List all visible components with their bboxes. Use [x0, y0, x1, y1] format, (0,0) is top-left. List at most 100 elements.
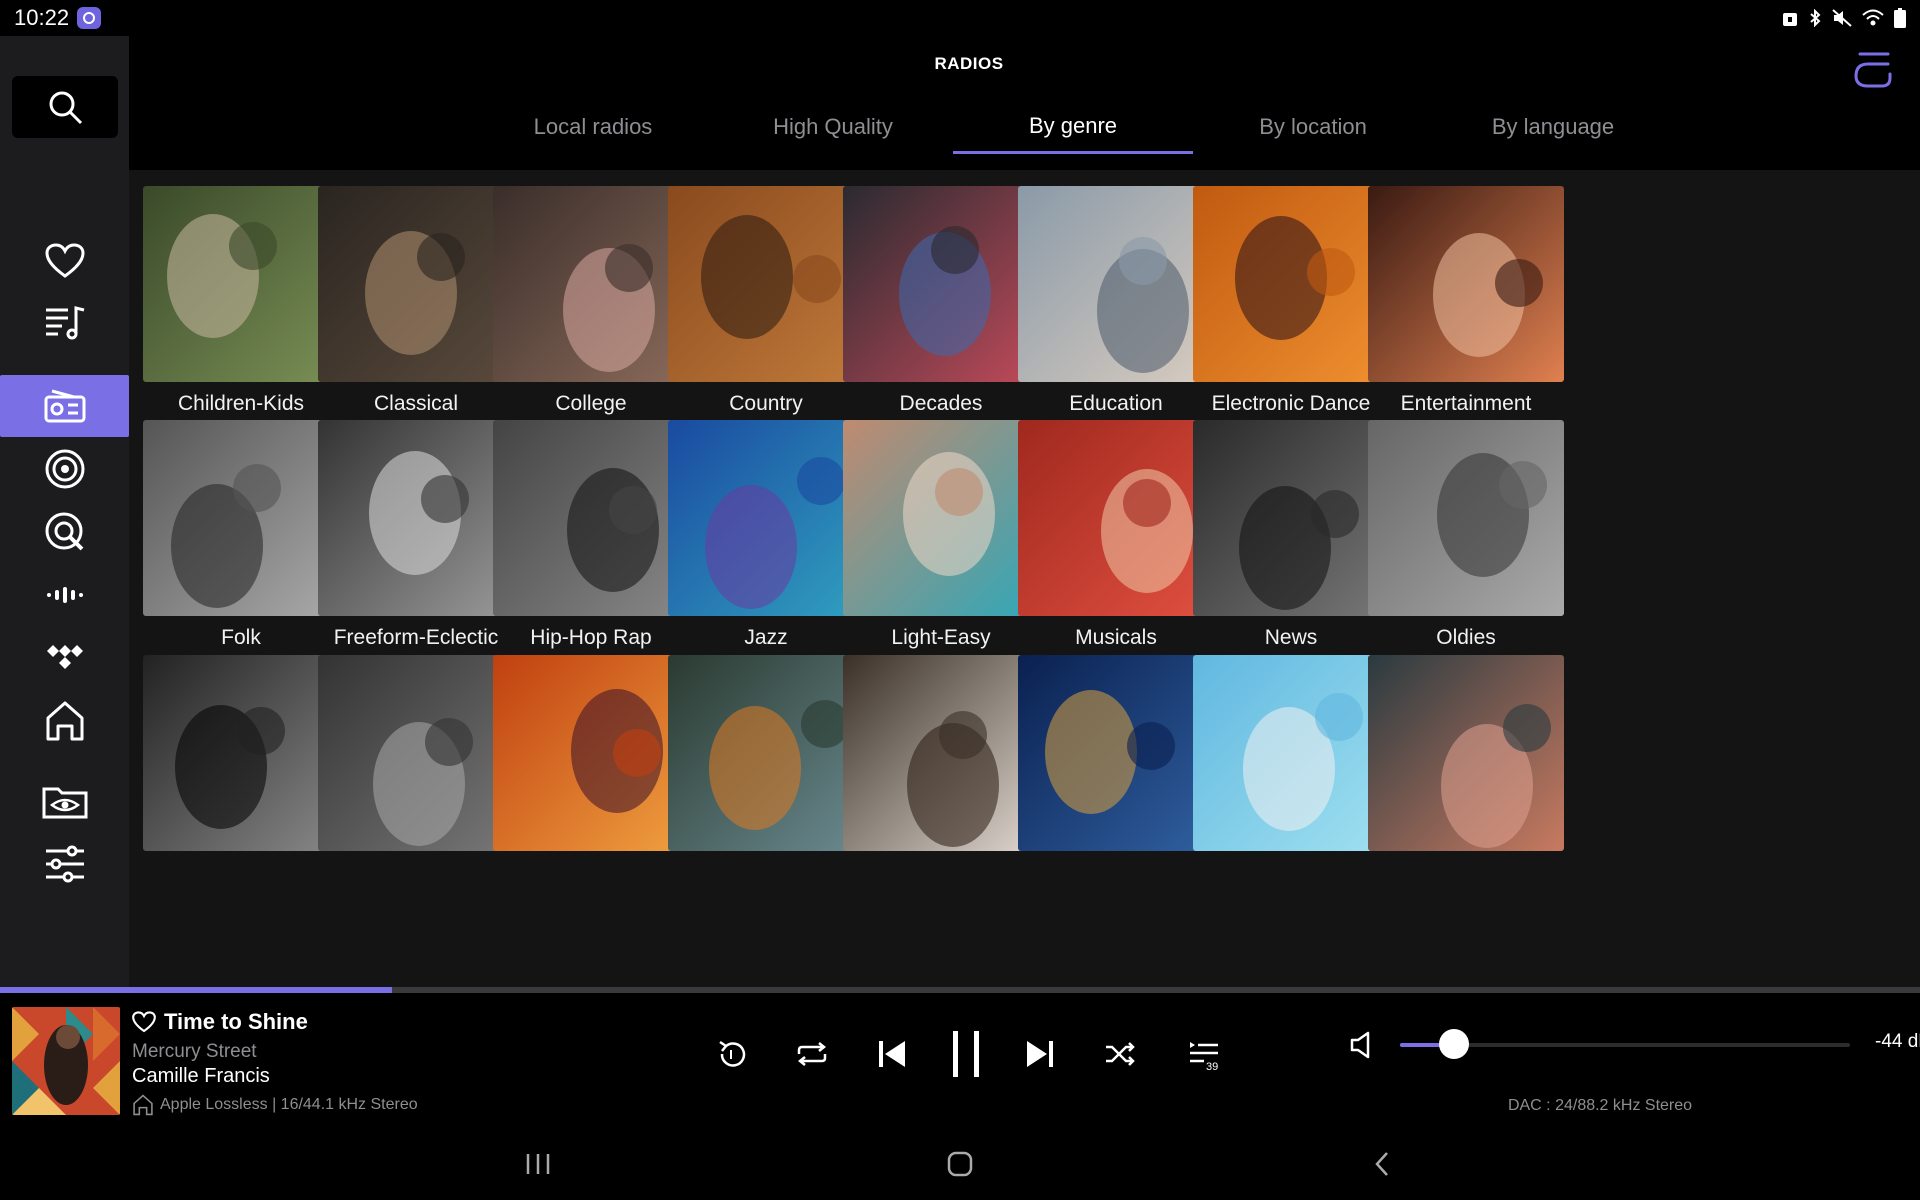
genre-tile[interactable]	[843, 655, 1039, 851]
heart-icon[interactable]	[132, 1011, 156, 1033]
genre-image	[668, 420, 864, 616]
genre-label: Education	[1069, 392, 1163, 415]
genre-tile[interactable]: College	[493, 186, 689, 416]
genre-tile[interactable]	[1018, 655, 1214, 851]
wifi-icon	[1862, 9, 1884, 26]
genre-tile[interactable]: Entertainment	[1368, 186, 1564, 416]
search-icon	[49, 91, 83, 125]
previous-button[interactable]	[870, 1029, 914, 1079]
sidebar-item-library[interactable]	[0, 690, 129, 752]
genre-label: Light-Easy	[891, 626, 991, 649]
genre-image	[1368, 655, 1564, 851]
pause-button[interactable]	[944, 1029, 988, 1079]
genre-image	[843, 420, 1039, 616]
genre-tile[interactable]: Oldies	[1368, 420, 1564, 650]
home-button[interactable]	[940, 1146, 980, 1182]
tab-by-genre[interactable]: By genre	[953, 100, 1193, 154]
genre-tile[interactable]: Education	[1018, 186, 1214, 416]
genre-image	[668, 186, 864, 382]
sidebar-item-deezer[interactable]	[0, 626, 129, 688]
genre-tile[interactable]: Folk	[143, 420, 339, 650]
back-button[interactable]	[1362, 1146, 1402, 1182]
app-logo-icon[interactable]	[1852, 50, 1894, 90]
genre-tile[interactable]	[143, 655, 339, 851]
radio-tabs: Local radios High Quality By genre By lo…	[473, 100, 1673, 154]
speaker-icon[interactable]	[1350, 1031, 1376, 1059]
tab-local-radios[interactable]: Local radios	[473, 100, 713, 154]
genre-tile[interactable]	[318, 655, 514, 851]
tidal-waveform-icon	[46, 587, 83, 603]
track-title[interactable]: Time to Shine	[164, 1009, 308, 1035]
genre-image	[843, 655, 1039, 851]
genre-tile[interactable]: News	[1193, 420, 1389, 650]
genre-tile[interactable]: Children-Kids	[143, 186, 339, 416]
playlist-icon	[45, 306, 84, 340]
track-info: Time to Shine Mercury Street Camille Fra…	[132, 1009, 552, 1116]
genre-image	[1368, 186, 1564, 382]
genre-image	[668, 655, 864, 851]
genre-image	[1193, 655, 1389, 851]
volume-control: -44 dB	[1350, 1029, 1920, 1059]
genre-tile[interactable]: Musicals	[1018, 420, 1214, 650]
repeat-button[interactable]	[790, 1029, 834, 1079]
sidebar-item-favorites[interactable]	[0, 230, 129, 292]
dac-info: DAC : 24/88.2 kHz Stereo	[1507, 1097, 1693, 1114]
recent-apps-button[interactable]	[518, 1146, 558, 1182]
settings-sliders-icon	[45, 845, 84, 883]
now-playing-bar: Time to Shine Mercury Street Camille Fra…	[0, 993, 1920, 1128]
bluetooth-icon	[1810, 9, 1821, 27]
tab-by-location[interactable]: By location	[1193, 100, 1433, 154]
status-bar: 10:22	[0, 0, 1920, 36]
genre-image	[493, 655, 689, 851]
volume-slider-knob[interactable]	[1439, 1029, 1469, 1059]
mute-icon	[1832, 9, 1852, 27]
sidebar-item-tidal[interactable]	[0, 564, 129, 626]
genre-label: Freeform-Eclectic	[333, 626, 499, 649]
heart-icon	[44, 243, 85, 278]
genre-tile[interactable]	[1193, 655, 1389, 851]
track-artist[interactable]: Camille Francis	[132, 1065, 552, 1088]
genre-image	[1193, 420, 1389, 616]
genre-tile[interactable]: Decades	[843, 186, 1039, 416]
genre-tile[interactable]: Freeform-Eclectic	[318, 420, 514, 650]
notification-app-icon	[77, 7, 102, 29]
next-button[interactable]	[1018, 1029, 1062, 1079]
queue-button[interactable]: 39	[1180, 1029, 1230, 1079]
status-icons	[1782, 8, 1906, 28]
sidebar-search-button[interactable]	[12, 76, 118, 138]
skip-previous-icon	[879, 1041, 905, 1067]
genre-tile[interactable]	[493, 655, 689, 851]
genre-tile[interactable]: Light-Easy	[843, 420, 1039, 650]
shuffle-button[interactable]	[1098, 1029, 1142, 1079]
genre-image	[143, 186, 339, 382]
replay-button[interactable]	[710, 1029, 754, 1079]
sidebar-item-podcasts[interactable]	[0, 438, 129, 500]
podcast-icon	[45, 449, 84, 489]
genre-label: Hip-Hop Rap	[530, 626, 652, 649]
sidebar-item-playlists[interactable]	[0, 292, 129, 354]
tab-by-language[interactable]: By language	[1433, 100, 1673, 154]
tab-high-quality[interactable]: High Quality	[713, 100, 953, 154]
genre-tile[interactable]: Country	[668, 186, 864, 416]
genre-image	[1368, 420, 1564, 616]
replay-icon	[719, 1040, 746, 1067]
genre-label: Entertainment	[1400, 392, 1532, 415]
genre-tile[interactable]: Jazz	[668, 420, 864, 650]
sidebar-item-settings[interactable]	[0, 833, 129, 895]
genre-tile[interactable]: Hip-Hop Rap	[493, 420, 689, 650]
sidebar-item-qobuz[interactable]	[0, 501, 129, 563]
album-cover[interactable]	[12, 1007, 120, 1115]
genre-label: Jazz	[744, 626, 788, 649]
track-album[interactable]: Mercury Street	[132, 1041, 552, 1063]
genre-tile[interactable]: Electronic Dance	[1193, 186, 1389, 416]
deezer-diamond-icon	[46, 645, 83, 669]
header: RADIOS Local radios High Quality By genr…	[129, 36, 1920, 170]
genre-tile[interactable]	[1368, 655, 1564, 851]
sidebar-item-network-folders[interactable]	[0, 770, 129, 832]
genre-grid: Children-Kids Classical College Country Deca…	[129, 170, 1920, 987]
genre-tile[interactable]	[668, 655, 864, 851]
volume-slider[interactable]: -44 dB	[1400, 1029, 1920, 1059]
genre-tile[interactable]: Classical	[318, 186, 514, 416]
sidebar-item-radios[interactable]	[0, 375, 129, 437]
status-time: 10:22	[14, 5, 70, 30]
